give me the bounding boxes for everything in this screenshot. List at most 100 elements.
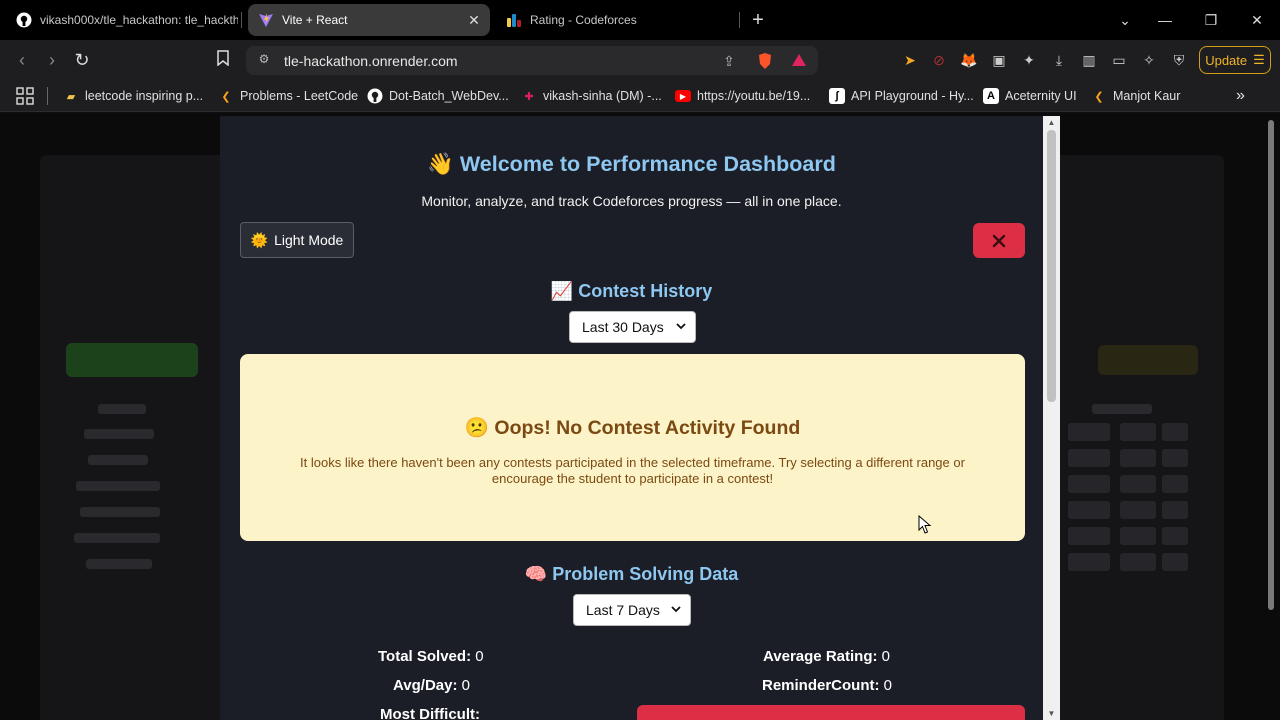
apps-grid-icon[interactable] [16,86,34,106]
background-row [88,455,148,465]
problem-range-value: Last 7 Days [586,602,660,618]
background-cell [1068,475,1110,493]
problem-range-select[interactable]: Last 7 Days [573,594,691,626]
metamask-icon[interactable]: 🦊 [959,50,979,70]
confused-face-icon: 😕 [464,417,489,439]
no-contest-card: 😕 Oops! No Contest Activity Found It loo… [240,354,1025,541]
bookmark-dot-batch[interactable]: Dot-Batch_WebDev... [367,86,509,106]
bookmark-icon[interactable] [211,48,235,72]
forward-icon[interactable]: › [40,48,64,72]
bookmark-label: leetcode inspiring p... [85,89,204,103]
minimize-icon[interactable]: — [1153,8,1177,32]
total-solved-value: 0 [475,648,484,665]
bookmark-api-playground[interactable]: ʃ API Playground - Hy... [829,86,974,106]
share-icon[interactable]: ⇪ [720,52,738,70]
bookmark-label: https://youtu.be/19... [697,89,811,103]
modal-title-text: Welcome to Performance Dashboard [459,152,836,176]
problem-solving-heading: 🧠 Problem Solving Data [220,564,1043,585]
bookmark-slack-dm[interactable]: ✚ vikash-sinha (DM) -... [521,86,662,106]
background-cell [1162,501,1188,519]
most-difficult-stat: Most Difficult: [380,706,480,720]
modal-scroll-thumb[interactable] [1047,130,1056,402]
total-solved-label: Total Solved: [378,648,472,665]
codeforces-icon [506,12,522,28]
close-modal-button[interactable] [973,223,1025,258]
tab-vite-react[interactable]: Vite + React ✕ [248,4,490,36]
tab-title: Vite + React [282,13,348,27]
bookmark-manjot-kaur[interactable]: ❮ Manjot Kaur [1091,86,1180,106]
back-icon[interactable]: ‹ [10,48,34,72]
update-button[interactable]: Update ☰ [1199,46,1271,74]
vpn-shield-icon[interactable]: ⛨ [1169,50,1189,70]
more-bookmarks-icon[interactable]: » [1236,86,1245,106]
sidebar-icon[interactable]: ▥ [1079,50,1099,70]
tab-separator [739,12,740,28]
background-cell [1120,423,1156,441]
background-cell [1162,449,1188,467]
chart-up-icon: 📈 [550,281,574,301]
wallet-icon[interactable]: ▭ [1109,50,1129,70]
tab-codeforces-rating[interactable]: Rating - Codeforces [496,4,736,36]
leetcode-icon: ❮ [1094,90,1104,103]
background-cell [1068,449,1110,467]
background-row [1092,404,1152,414]
background-cell [1068,527,1110,545]
restore-icon[interactable]: ❐ [1199,8,1223,32]
brave-shield-icon[interactable] [756,52,774,70]
scroll-up-icon[interactable]: ▲ [1047,118,1056,127]
light-mode-button[interactable]: 🌞 Light Mode [240,222,354,258]
reminder-count-label: ReminderCount: [762,677,880,694]
average-rating-value: 0 [881,648,890,665]
extensions-puzzle-icon[interactable]: ✦ [1019,50,1039,70]
bookmark-aceternity[interactable]: A Aceternity UI [983,86,1077,106]
bookmarks-divider [47,87,48,105]
close-tab-icon[interactable]: ✕ [466,12,482,28]
tab-title: vikash000x/tle_hackathon: tle_hackth [40,13,238,27]
reload-icon[interactable]: ↻ [70,48,94,72]
no-contest-title: 😕 Oops! No Contest Activity Found [240,416,1025,440]
bookmark-leetcode-folder[interactable]: ▰ leetcode inspiring p... [63,86,203,106]
stop-reminder-button[interactable]: Stop Reminder [637,705,1025,720]
background-cell [1068,553,1110,571]
download-icon[interactable]: ⤓ [1049,50,1069,70]
leetcode-icon: ❮ [221,90,231,103]
close-window-icon[interactable]: ✕ [1245,8,1269,32]
modal-scrollbar[interactable]: ▲ ▼ [1043,116,1060,720]
new-tab-icon[interactable]: + [748,8,768,32]
bookmark-problems-leetcode[interactable]: ❮ Problems - LeetCode [218,86,358,106]
reminder-count-stat: ReminderCount: 0 [762,677,892,694]
contest-range-select[interactable]: Last 30 Days [569,311,696,343]
background-cell [1120,501,1156,519]
bookmark-youtube[interactable]: ▶ https://youtu.be/19... [675,86,810,106]
avg-day-label: Avg/Day: [393,677,458,694]
folder-icon: ▰ [66,90,76,103]
site-settings-icon[interactable]: ⚙ [256,52,272,68]
page-scrollbar[interactable] [1266,120,1276,610]
page-scroll-thumb[interactable] [1268,120,1274,610]
reminder-count-value: 0 [883,677,893,694]
bookmark-label: Problems - LeetCode [240,89,359,103]
extension-arrow-icon[interactable]: ➤ [900,50,920,70]
brave-rewards-icon[interactable] [790,52,808,70]
no-contest-message: It looks like there haven't been any con… [300,455,965,486]
sun-icon: 🌞 [250,231,269,248]
tab-github-repo[interactable]: vikash000x/tle_hackathon: tle_hackth [6,4,238,36]
close-icon [992,234,1006,247]
background-cell [1068,423,1110,441]
url-text: tle-hackathon.onrender.com [284,53,458,69]
bookmark-label: vikash-sinha (DM) -... [543,89,662,103]
background-cell [1162,475,1188,493]
scroll-down-icon[interactable]: ▼ [1047,709,1056,718]
background-row [86,559,152,569]
leo-ai-icon[interactable]: ✧ [1139,50,1159,70]
hyperbolic-icon: ʃ [829,88,845,104]
tab-search-chevron-icon[interactable]: ⌄ [1113,8,1137,32]
contest-history-heading: 📈 Contest History [220,281,1043,302]
brain-icon: 🧠 [524,564,548,584]
background-cell [1162,527,1188,545]
mouse-cursor-icon [918,515,932,534]
extension-blocked-icon[interactable]: ⊘ [929,50,949,70]
average-rating-stat: Average Rating: 0 [763,648,890,665]
light-mode-label: Light Mode [274,232,344,248]
extension-image-icon[interactable]: ▣ [989,50,1009,70]
